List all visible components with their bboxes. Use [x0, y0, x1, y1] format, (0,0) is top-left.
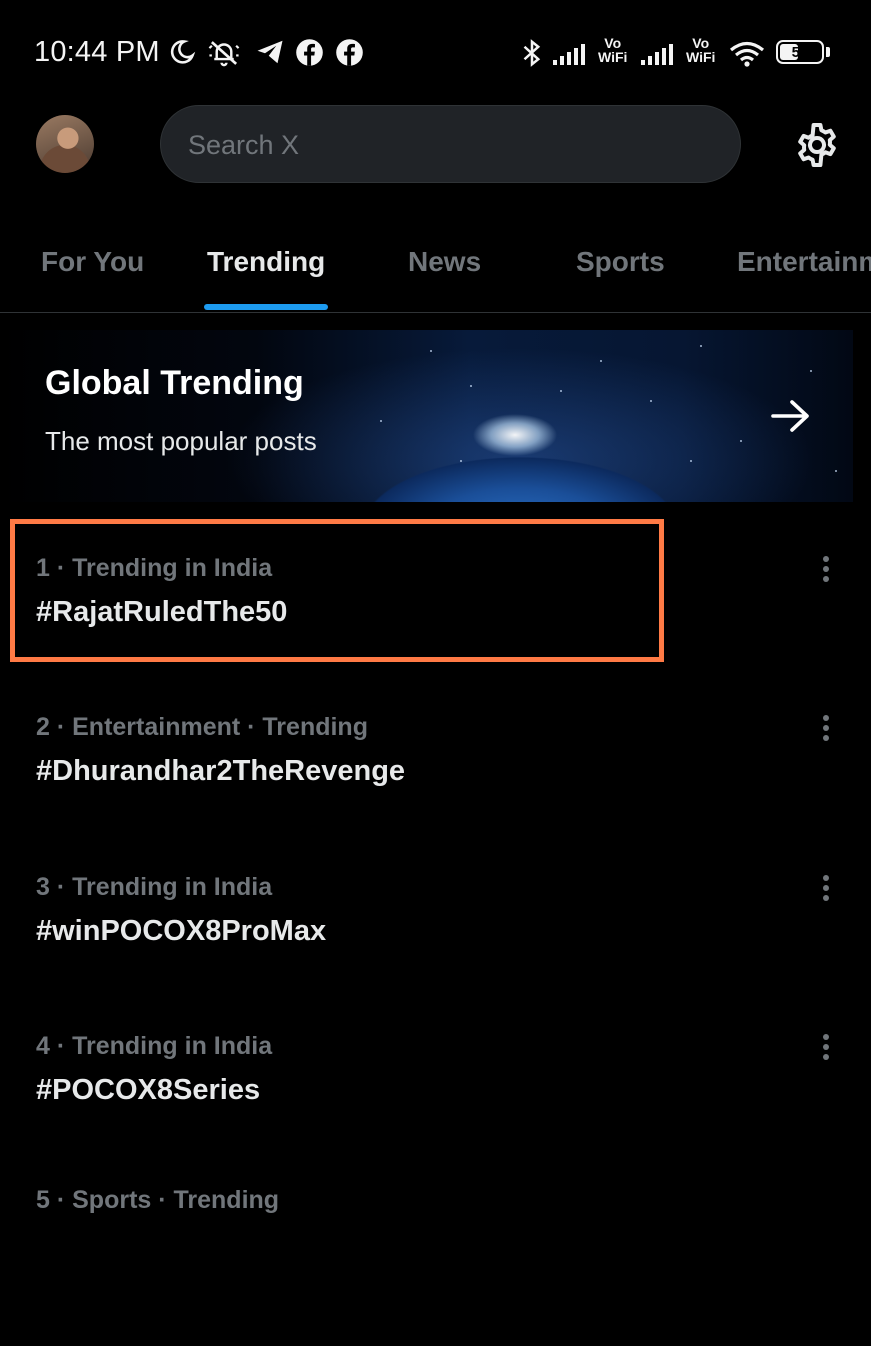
trend-item[interactable]: 4 · Trending in India #POCOX8Series — [0, 1032, 871, 1192]
more-options-icon[interactable] — [816, 873, 836, 903]
moon-icon — [170, 40, 196, 64]
trend-meta: 5 · Sports · Trending — [36, 1186, 280, 1214]
facebook-icon — [296, 39, 323, 66]
search-placeholder: Search X — [188, 130, 300, 160]
banner-title: Global Trending — [45, 364, 304, 402]
more-options-icon[interactable] — [816, 713, 836, 743]
telegram-icon — [257, 40, 283, 64]
trend-item[interactable]: 3 · Trending in India #winPOCOX8ProMax — [0, 873, 871, 1033]
bluetooth-icon — [523, 39, 541, 67]
banner-subtitle: The most popular posts — [45, 426, 317, 456]
avatar[interactable] — [36, 115, 94, 173]
battery-percent: 51 — [791, 43, 809, 61]
explore-tabs: For You Trending News Sports Entertainm — [0, 230, 871, 314]
trend-item[interactable]: 5 · Sports · Trending — [0, 1186, 871, 1346]
wifi-icon — [729, 41, 765, 67]
tab-news[interactable]: News — [408, 246, 481, 278]
trend-item[interactable]: 2 · Entertainment · Trending #Dhurandhar… — [0, 713, 871, 873]
status-bar: 10:44 PM Vo WiFi Vo WiFi 51 — [0, 0, 871, 100]
trend-hashtag: #POCOX8Series — [36, 1074, 261, 1106]
more-options-icon[interactable] — [816, 554, 836, 584]
trend-meta: 2 · Entertainment · Trending — [36, 713, 368, 741]
facebook-icon — [336, 39, 363, 66]
gear-icon[interactable] — [793, 121, 841, 169]
battery-icon: 51 — [776, 40, 824, 64]
tab-entertainment[interactable]: Entertainm — [737, 246, 871, 278]
highlight-box — [10, 519, 664, 662]
global-trending-banner[interactable] — [0, 330, 853, 502]
tabs-divider — [0, 312, 871, 313]
vowifi-indicator: Vo WiFi — [686, 35, 716, 65]
signal-icon — [641, 44, 673, 65]
search-input[interactable]: Search X — [160, 105, 741, 183]
status-time: 10:44 PM — [34, 36, 160, 68]
trend-hashtag: #winPOCOX8ProMax — [36, 915, 327, 947]
tab-trending[interactable]: Trending — [207, 246, 325, 278]
trend-meta: 4 · Trending in India — [36, 1032, 273, 1060]
trend-meta: 3 · Trending in India — [36, 873, 273, 901]
signal-icon — [553, 44, 585, 65]
trend-hashtag: #Dhurandhar2TheRevenge — [36, 755, 406, 787]
arrow-right-icon[interactable] — [770, 398, 812, 434]
battery-tip — [826, 47, 830, 57]
tab-sports[interactable]: Sports — [576, 246, 665, 278]
tab-for-you[interactable]: For You — [41, 246, 144, 278]
more-options-icon[interactable] — [816, 1032, 836, 1062]
notifications-off-icon — [208, 41, 240, 67]
vowifi-indicator: Vo WiFi — [598, 35, 628, 65]
active-tab-indicator — [204, 304, 328, 310]
